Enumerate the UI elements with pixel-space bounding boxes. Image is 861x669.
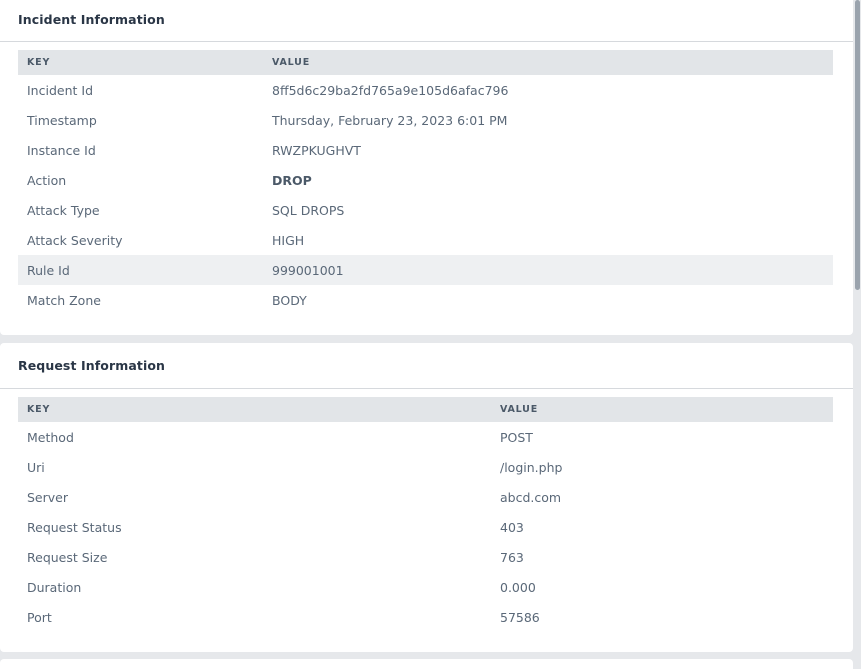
value-column-header: VALUE [263, 50, 833, 75]
row-value: abcd.com [500, 489, 562, 505]
table-row: Action DROP [18, 165, 833, 195]
row-value: 57586 [500, 609, 540, 625]
row-value: BODY [272, 292, 307, 308]
table-row: Duration 0.000 [18, 572, 833, 602]
row-value: 763 [500, 549, 524, 565]
key-column-header: KEY [18, 50, 263, 75]
row-value: 8ff5d6c29ba2fd765a9e105d6afac796 [272, 82, 509, 98]
row-key: Uri [27, 459, 45, 475]
row-key: Incident Id [27, 82, 93, 98]
row-value: Thursday, February 23, 2023 6:01 PM [272, 112, 508, 128]
value-column-header: VALUE [491, 397, 833, 422]
row-key: Method [27, 429, 74, 445]
request-table: KEY VALUE Method POST Uri /login.php Ser… [18, 397, 833, 632]
row-key: Instance Id [27, 142, 96, 158]
table-row: Attack Type SQL DROPS [18, 195, 833, 225]
row-key: Timestamp [27, 112, 97, 128]
row-value: HIGH [272, 232, 305, 248]
request-information-panel: Request Information KEY VALUE Method POS… [0, 343, 853, 652]
table-row: Request Size 763 [18, 542, 833, 572]
incident-panel-title: Incident Information [18, 12, 165, 27]
table-header-row: KEY VALUE [18, 397, 833, 422]
incident-table: KEY VALUE Incident Id 8ff5d6c29ba2fd765a… [18, 50, 833, 315]
row-value: DROP [272, 172, 312, 188]
row-value: /login.php [500, 459, 563, 475]
table-row: Incident Id 8ff5d6c29ba2fd765a9e105d6afa… [18, 75, 833, 105]
row-key: Attack Severity [27, 232, 123, 248]
row-key: Duration [27, 579, 82, 595]
table-row: Server abcd.com [18, 482, 833, 512]
row-value: 999001001 [263, 255, 833, 285]
table-row: Port 57586 [18, 602, 833, 632]
table-row: Match Zone BODY [18, 285, 833, 315]
table-row: Uri /login.php [18, 452, 833, 482]
row-key: Attack Type [27, 202, 100, 218]
row-value: SQL DROPS [272, 202, 345, 218]
request-panel-title: Request Information [18, 358, 166, 373]
row-value: POST [500, 429, 533, 445]
row-value: RWZPKUGHVT [272, 142, 361, 158]
table-row: Instance Id RWZPKUGHVT [18, 135, 833, 165]
key-column-header: KEY [18, 397, 491, 422]
row-key: Request Size [27, 549, 108, 565]
table-row: Rule Id 999001001 [18, 255, 833, 285]
row-key: Action [27, 172, 67, 188]
row-value: 403 [500, 519, 524, 535]
table-header-row: KEY VALUE [18, 50, 833, 75]
table-row: Attack Severity HIGH [18, 225, 833, 255]
row-key: Port [27, 609, 52, 625]
scrollbar-thumb[interactable] [855, 0, 860, 290]
page-scrollbar[interactable] [853, 0, 861, 669]
incident-information-panel: Incident Information KEY VALUE Incident … [0, 0, 853, 335]
row-key: Rule Id [18, 255, 263, 285]
row-key: Server [27, 489, 68, 505]
request-panel-header: Request Information [0, 343, 853, 389]
table-row: Timestamp Thursday, February 23, 2023 6:… [18, 105, 833, 135]
incident-panel-header: Incident Information [0, 0, 853, 42]
table-row: Request Status 403 [18, 512, 833, 542]
next-panel-edge [0, 659, 853, 669]
table-row: Method POST [18, 422, 833, 452]
row-key: Match Zone [27, 292, 101, 308]
row-value: 0.000 [500, 579, 536, 595]
row-key: Request Status [27, 519, 122, 535]
